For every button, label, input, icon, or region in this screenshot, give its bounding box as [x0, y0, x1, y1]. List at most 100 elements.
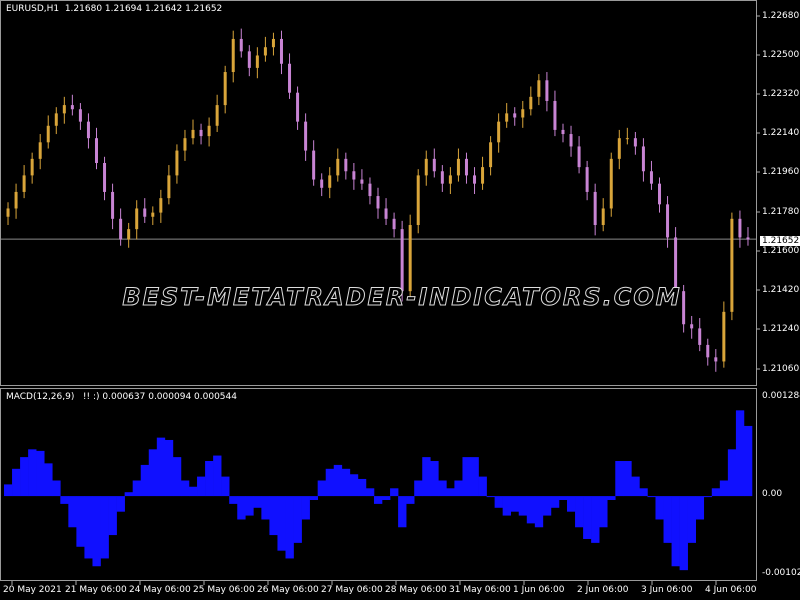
candle-body: [279, 38, 283, 64]
candle-body: [191, 129, 195, 139]
candle-body: [658, 183, 662, 205]
macd-bar: [205, 461, 214, 497]
candle-body: [545, 80, 549, 101]
candle-body: [481, 167, 485, 184]
macd-bar: [44, 463, 53, 497]
time-axis-label: 26 May 06:00: [257, 585, 319, 595]
macd-bar: [164, 439, 174, 497]
macd-bar: [390, 488, 399, 497]
macd-bar: [349, 474, 359, 497]
macd-bar: [663, 496, 672, 543]
candle-body: [38, 142, 42, 159]
macd-bar: [567, 496, 576, 512]
macd-bar: [478, 476, 487, 497]
candle-body: [537, 80, 541, 97]
macd-bar: [92, 496, 101, 567]
macd-bar: [406, 496, 415, 504]
macd-bar: [502, 496, 512, 516]
macd-bar: [108, 496, 117, 536]
macd-bar: [245, 496, 254, 516]
macd-bar: [317, 480, 327, 497]
candle-body: [497, 121, 501, 143]
macd-bar: [84, 496, 93, 559]
candle-body: [416, 175, 420, 226]
macd-bar: [679, 496, 688, 571]
time-axis-label: 4 Jun 06:00: [705, 585, 757, 595]
candle-body: [473, 175, 477, 184]
candle-body: [167, 175, 171, 199]
candle-body: [159, 198, 163, 213]
macd-bar: [655, 496, 664, 520]
candle-body: [103, 162, 107, 192]
candle-body: [135, 208, 139, 230]
macd-bar: [518, 496, 528, 516]
macd-bar: [237, 496, 246, 520]
candle-body: [649, 171, 653, 184]
macd-bar: [60, 496, 69, 504]
macd-bar: [221, 476, 230, 497]
candle-body: [231, 38, 235, 73]
candle-body: [127, 229, 131, 240]
macd-bar: [430, 461, 439, 497]
macd-bar: [28, 449, 37, 497]
candle-body: [22, 175, 26, 192]
macd-bar: [494, 496, 503, 508]
candle-body: [376, 196, 380, 209]
candle-body: [690, 324, 694, 329]
macd-bar: [253, 496, 262, 508]
candle-body: [94, 138, 98, 163]
time-axis-label: 27 May 06:00: [321, 585, 383, 595]
macd-bar: [727, 449, 737, 497]
macd-bar: [373, 496, 383, 504]
macd-bar: [357, 478, 367, 497]
time-axis-label: 1 Jun 06:00: [513, 585, 565, 595]
candle-body: [247, 51, 251, 68]
candle-body: [505, 113, 509, 122]
candle-body: [569, 134, 573, 147]
candle-body: [633, 138, 637, 147]
time-axis-label: 24 May 06:00: [129, 585, 191, 595]
time-axis-label: 25 May 06:00: [193, 585, 255, 595]
candle-body: [593, 191, 597, 226]
candle-body: [456, 158, 460, 176]
macd-bar: [333, 464, 343, 497]
price-axis-label: 1.21960: [762, 167, 800, 177]
time-axis-label: 3 Jun 06:00: [641, 585, 693, 595]
macd-bar: [558, 496, 568, 500]
candle-body: [738, 218, 742, 238]
macd-bar: [671, 496, 680, 567]
candle-body: [6, 208, 10, 217]
macd-bar: [156, 437, 166, 497]
candle-body: [384, 208, 388, 219]
time-axis-label: 21 May 06:00: [65, 585, 127, 595]
candle-body: [609, 158, 613, 209]
macd-bar: [76, 496, 85, 547]
current-price-label: 1.21652: [760, 236, 800, 246]
macd-bar: [12, 468, 21, 497]
time-axis-label: 28 May 06:00: [385, 585, 447, 595]
candle-body: [199, 129, 203, 137]
candle-body: [577, 146, 581, 168]
macd-bar: [575, 496, 584, 528]
macd-bar: [550, 496, 560, 508]
candle-body: [14, 191, 18, 209]
macd-bar: [719, 480, 729, 497]
candle-body: [617, 138, 621, 159]
macd-bar: [301, 496, 310, 520]
time-axis-label: 2 Jun 06:00: [577, 585, 629, 595]
macd-bar: [277, 496, 286, 551]
candle-body: [432, 158, 436, 172]
candle-body: [400, 229, 404, 292]
macd-bar: [341, 468, 351, 497]
candle-body: [46, 125, 50, 143]
macd-bar: [116, 496, 125, 512]
candle-body: [62, 105, 66, 114]
macd-bar: [285, 496, 294, 559]
candle-body: [561, 129, 565, 135]
macd-bar: [607, 496, 616, 500]
macd-bar: [20, 457, 29, 497]
candle-body: [464, 158, 468, 176]
candle-body: [215, 105, 219, 126]
macd-bar: [462, 457, 471, 497]
candle-body: [424, 158, 428, 176]
